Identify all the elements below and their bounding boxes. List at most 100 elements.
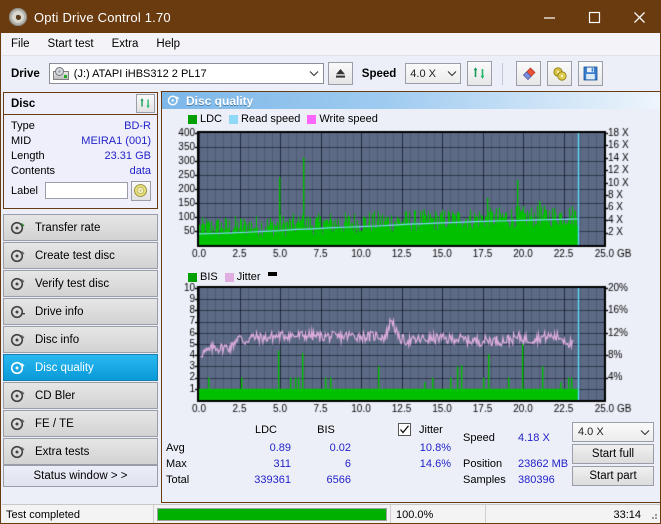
stats-header-ldc: LDC <box>254 424 277 436</box>
disc-panel-title: Disc <box>11 97 36 110</box>
sidebar-nav: Transfer rate Create test disc Verify te… <box>3 214 158 466</box>
disc-label-input[interactable] <box>44 182 128 199</box>
disc-info-panel: Disc Type BD-R MID MEIRA1 (001) Length 2… <box>3 92 158 209</box>
eject-button[interactable] <box>327 62 353 85</box>
save-button[interactable] <box>578 61 604 86</box>
test-speed-select[interactable]: 4.0 X <box>572 422 654 442</box>
refresh-button[interactable] <box>467 61 493 86</box>
legend-swatch-read-speed <box>229 114 239 124</box>
sidebar-item-disc-info[interactable]: Disc info <box>3 326 158 353</box>
sidebar-item-label: Create test disc <box>35 249 115 262</box>
toolbar-separator <box>502 62 504 85</box>
disc-refresh-button[interactable] <box>136 94 155 113</box>
resize-grip[interactable] <box>647 509 659 521</box>
sidebar: Disc Type BD-R MID MEIRA1 (001) Length 2… <box>2 91 160 503</box>
speed-select[interactable]: 4.0 X <box>405 63 462 84</box>
disc-icon <box>10 388 26 404</box>
sidebar-item-fe-te[interactable]: FE / TE <box>3 410 158 437</box>
legend-swatch-ldc <box>188 114 197 124</box>
legend-item-jitter: Jitter <box>224 271 261 283</box>
menu-start-test[interactable]: Start test <box>39 36 103 52</box>
disc-icon <box>10 360 26 376</box>
stats-ldc-avg: 0.89 <box>269 442 291 454</box>
sidebar-item-extra-tests[interactable]: Extra tests <box>3 438 158 465</box>
disc-row-value: MEIRA1 (001) <box>81 134 151 147</box>
stats-row-label-total: Total <box>166 474 190 486</box>
sidebar-item-label: Transfer rate <box>35 221 101 234</box>
window-controls <box>527 1 660 33</box>
sidebar-item-label: Extra tests <box>35 445 90 458</box>
start-part-button[interactable]: Start part <box>572 466 654 486</box>
jitter-checkbox[interactable] <box>398 423 411 436</box>
speed-select-value: 4.0 X <box>410 67 436 80</box>
speed-stat-value: 4.18 X <box>518 432 550 444</box>
elapsed-time: 33:14 <box>485 505 647 523</box>
stats-row-label-max: Max <box>166 458 187 470</box>
progress-track <box>157 508 387 521</box>
gold-disc-button[interactable] <box>547 61 573 86</box>
samples-stat-value: 380396 <box>518 474 555 486</box>
legend-swatch-jitter <box>224 272 234 282</box>
bis-chart-legend: BIS Jitter <box>188 271 277 283</box>
gold-disc-icon <box>553 66 567 81</box>
disc-label-button[interactable] <box>130 180 151 201</box>
legend-item-read-speed: Read speed <box>229 113 300 125</box>
disc-row-key: Length <box>11 149 45 162</box>
disc-row-value: data <box>129 164 151 177</box>
legend-swatch-write-speed <box>307 114 317 124</box>
legend-item-write-speed: Write speed <box>307 113 378 125</box>
menu-extra[interactable]: Extra <box>103 36 148 52</box>
ldc-chart-canvas <box>162 109 660 274</box>
disc-row-contents: Contents data <box>4 163 157 178</box>
eraser-icon <box>522 67 536 80</box>
close-button[interactable] <box>617 1 660 33</box>
status-window-button[interactable]: Status window > > <box>3 465 158 487</box>
disc-quality-icon <box>167 94 180 107</box>
sidebar-item-label: Disc quality <box>35 361 94 374</box>
sidebar-item-create-test-disc[interactable]: Create test disc <box>3 242 158 269</box>
disc-label-row: Label <box>4 178 157 201</box>
disc-row-type: Type BD-R <box>4 118 157 133</box>
sidebar-item-transfer-rate[interactable]: Transfer rate <box>3 214 158 241</box>
ldc-chart: LDC Read speed Write speed <box>162 109 660 274</box>
drive-label: Drive <box>11 67 40 80</box>
samples-stat-label: Samples <box>463 474 506 486</box>
stats-panel: LDC BIS Jitter Avg Max Total 0.89 311 33… <box>163 422 659 486</box>
sidebar-item-label: Disc info <box>35 333 80 346</box>
sidebar-item-label: Verify test disc <box>35 277 110 290</box>
stats-bis-total: 6566 <box>326 474 351 486</box>
sidebar-item-drive-info[interactable]: Drive info <box>3 298 158 325</box>
drive-select[interactable]: (J:) ATAPI iHBS312 2 PL17 <box>48 63 324 84</box>
disc-row-mid: MID MEIRA1 (001) <box>4 133 157 148</box>
app-window: Opti Drive Control 1.70 File Start test … <box>0 0 661 524</box>
stats-ldc-total: 339361 <box>254 474 291 486</box>
disc-icon <box>10 416 26 432</box>
speed-stat-label: Speed <box>463 432 495 444</box>
legend-label-jitter: Jitter <box>236 271 261 283</box>
legend-marker-icon <box>267 271 277 276</box>
menu-file[interactable]: File <box>2 36 39 52</box>
legend-label-write-speed: Write speed <box>319 113 378 125</box>
progress-percent: 100.0% <box>390 505 485 523</box>
sidebar-item-verify-test-disc[interactable]: Verify test disc <box>3 270 158 297</box>
bis-jitter-chart: BIS Jitter <box>162 270 660 422</box>
drive-select-value: (J:) ATAPI iHBS312 2 PL17 <box>73 67 207 80</box>
start-full-button[interactable]: Start full <box>572 444 654 464</box>
window-title: Opti Drive Control 1.70 <box>34 9 171 25</box>
legend-label-bis: BIS <box>200 271 218 283</box>
sidebar-item-disc-quality[interactable]: Disc quality <box>3 354 158 381</box>
floppy-save-icon <box>583 66 598 81</box>
erase-button[interactable] <box>516 61 542 86</box>
sidebar-item-label: Drive info <box>35 305 84 318</box>
sidebar-item-cd-bler[interactable]: CD Bler <box>3 382 158 409</box>
refresh-icon <box>473 67 485 79</box>
stats-jitter-max: 14.6% <box>419 458 451 470</box>
disc-row-key: Contents <box>11 164 56 177</box>
minimize-button[interactable] <box>527 1 572 33</box>
maximize-button[interactable] <box>572 1 617 33</box>
main-panel: Disc quality LDC Read speed Write speed <box>161 91 660 503</box>
refresh-icon <box>140 98 150 109</box>
speed-label: Speed <box>361 67 397 80</box>
menu-help[interactable]: Help <box>147 36 189 52</box>
disc-row-key: Type <box>11 119 35 132</box>
